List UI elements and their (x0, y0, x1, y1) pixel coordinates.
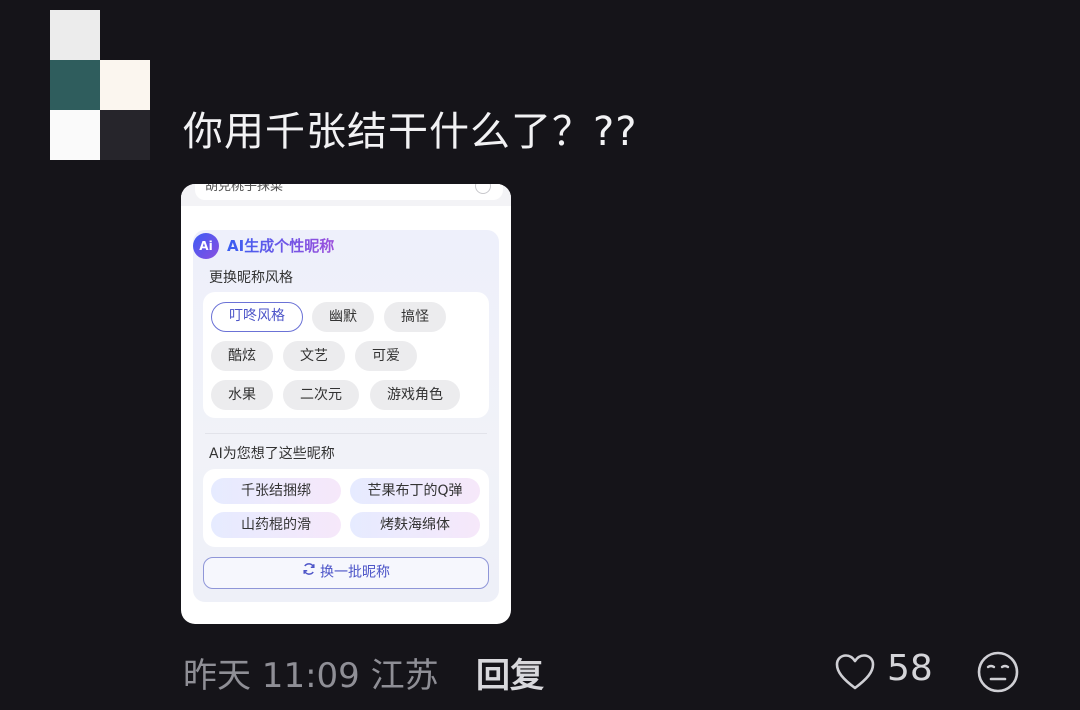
avatar-tile (50, 60, 100, 110)
nickname-suggestion[interactable]: 芒果布丁的Q弹 (350, 478, 480, 504)
previous-item-text: 胡克桃子抹菜 (195, 184, 503, 200)
style-chip-humor[interactable]: 幽默 (312, 302, 374, 332)
style-chip-cute[interactable]: 可爱 (355, 341, 417, 371)
avatar-tile (100, 60, 150, 110)
style-chip-anime[interactable]: 二次元 (283, 380, 359, 410)
avatar-tile (100, 110, 150, 160)
refresh-icon (302, 558, 316, 587)
avatar-tile (100, 10, 150, 60)
previous-item-row: 胡克桃子抹菜 (181, 184, 511, 206)
style-section-label: 更换昵称风格 (209, 270, 293, 286)
suggest-section-label: AI为您想了这些昵称 (209, 446, 335, 462)
comment-meta: 昨天 11:09 江苏 (183, 648, 439, 697)
panel-title: AI生成个性昵称 (227, 237, 335, 255)
avatar-tile (50, 10, 100, 60)
heart-outline-icon[interactable] (833, 652, 877, 692)
comment-location: 江苏 (370, 656, 439, 696)
nickname-suggestion[interactable]: 千张结捆绑 (211, 478, 341, 504)
neutral-face-icon[interactable] (976, 650, 1020, 694)
divider (205, 433, 487, 434)
comment-text: 你用千张结干什么了？?? (183, 109, 638, 155)
like-count: 58 (887, 648, 933, 689)
nickname-suggestion[interactable]: 烤麸海绵体 (350, 512, 480, 538)
style-chip-game-character[interactable]: 游戏角色 (370, 380, 460, 410)
style-chip-funny[interactable]: 搞怪 (384, 302, 446, 332)
refresh-label: 换一批昵称 (320, 564, 390, 581)
style-chip-cool[interactable]: 酷炫 (211, 341, 273, 371)
style-chip-dingdong[interactable]: 叮咚风格 (211, 302, 303, 332)
ai-logo-icon: Ai (193, 233, 219, 259)
avatar-tile (50, 110, 100, 160)
comment-image[interactable]: 胡克桃子抹菜 Ai AI生成个性昵称 更换昵称风格 叮咚风格 幽默 搞怪 酷炫 … (181, 184, 511, 624)
refresh-nicknames-button[interactable]: 换一批昵称 (203, 557, 489, 589)
nickname-suggestion[interactable]: 山药棍的滑 (211, 512, 341, 538)
style-chip-literary[interactable]: 文艺 (283, 341, 345, 371)
reply-button[interactable]: 回复 (476, 648, 544, 697)
style-chip-fruit[interactable]: 水果 (211, 380, 273, 410)
avatar[interactable] (50, 10, 150, 160)
comment-time: 昨天 11:09 (183, 656, 360, 696)
